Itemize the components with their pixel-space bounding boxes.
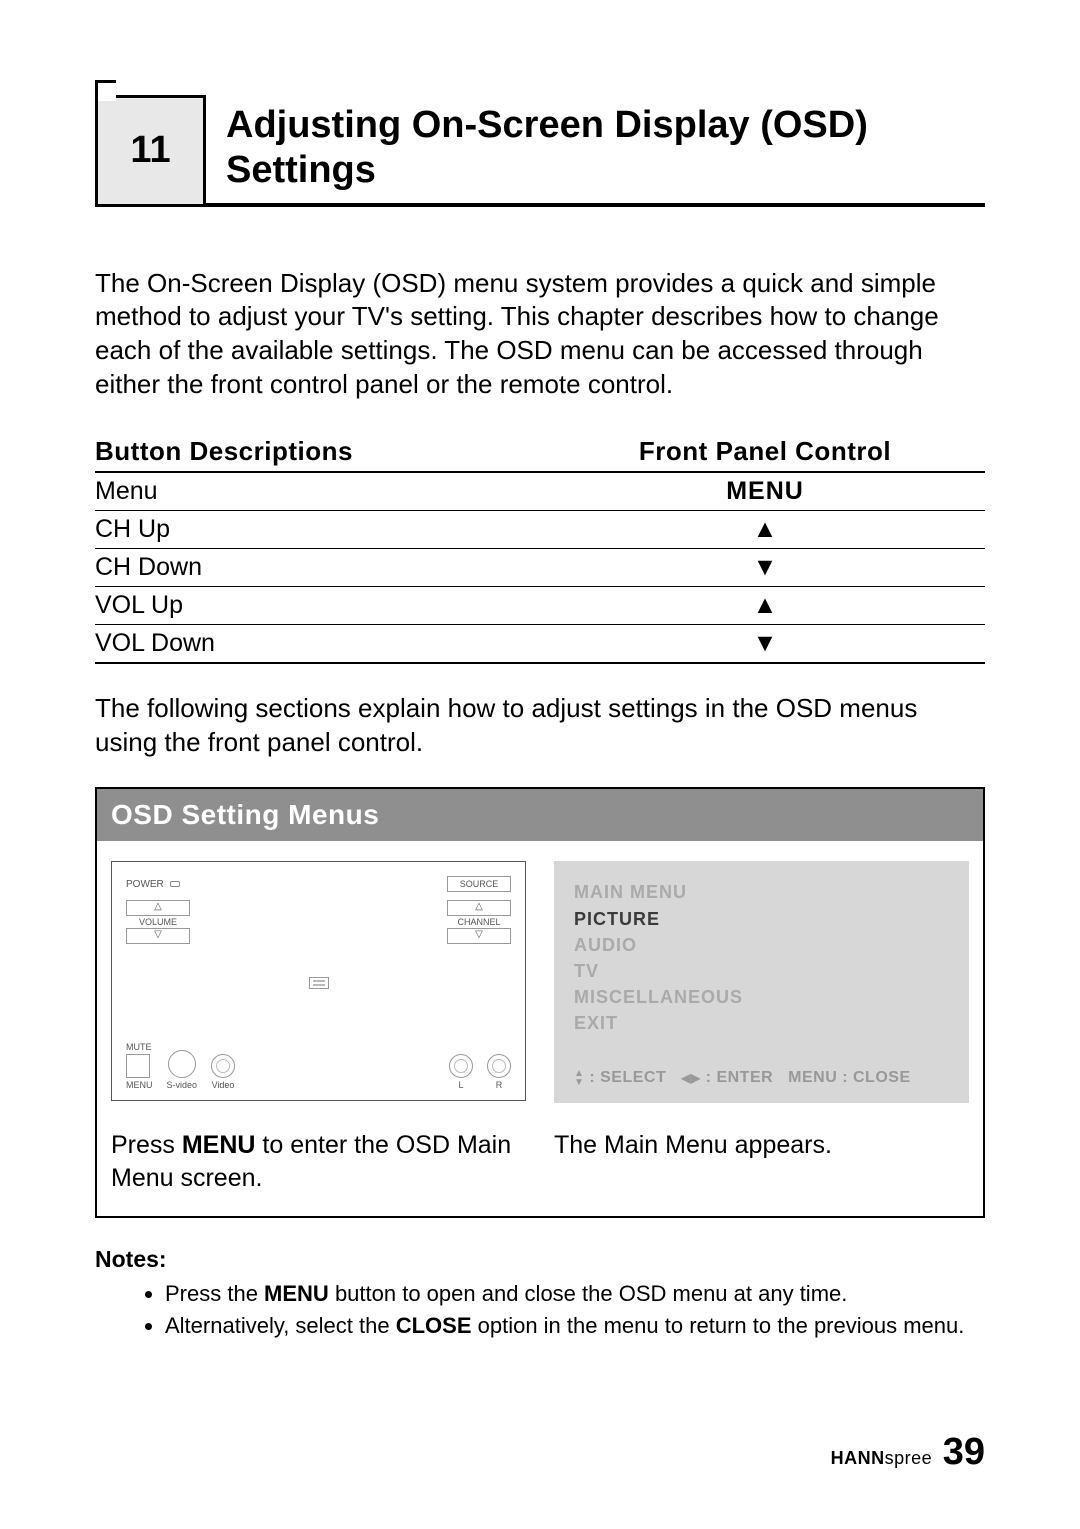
- volume-rocker: △ VOLUME ▽: [126, 900, 190, 944]
- up-triangle-icon: △: [447, 900, 511, 916]
- channel-rocker: △ CHANNEL ▽: [447, 900, 511, 944]
- table-row: VOL Up ▲: [95, 586, 985, 624]
- table-header-right: Front Panel Control: [545, 432, 985, 472]
- down-arrow-icon: ▼: [545, 548, 985, 586]
- table-row: CH Up ▲: [95, 510, 985, 548]
- button-desc: Menu: [95, 472, 545, 511]
- notes-title: Notes:: [95, 1246, 985, 1273]
- osd-menu-item-selected: PICTURE: [574, 906, 949, 932]
- osd-menu-item: TV: [574, 958, 949, 984]
- table-row: Menu MENU: [95, 472, 985, 511]
- osd-menu-title: MAIN MENU: [574, 879, 949, 905]
- power-led-icon: [170, 881, 180, 887]
- osd-menu-item: EXIT: [574, 1010, 949, 1036]
- card-slot-icon: [309, 977, 329, 989]
- mute-button-icon: [126, 1054, 150, 1078]
- osd-menu-item: AUDIO: [574, 932, 949, 958]
- table-row: CH Down ▼: [95, 548, 985, 586]
- rca-jack-icon: [211, 1054, 235, 1078]
- menu-port-label: MENU: [126, 1080, 153, 1090]
- up-triangle-icon: △: [126, 900, 190, 916]
- source-button-label: SOURCE: [447, 876, 511, 892]
- volume-label: VOLUME: [126, 917, 190, 927]
- svideo-jack-icon: [168, 1050, 196, 1078]
- notes-section: Notes: Press the MENU button to open and…: [95, 1246, 985, 1340]
- front-panel-control: MENU: [545, 472, 985, 511]
- osd-header-left: OSD Setting Menus: [97, 789, 540, 841]
- video-port: Video: [211, 1054, 235, 1090]
- osd-menu-item: MISCELLANEOUS: [574, 984, 949, 1010]
- audio-l-port: L: [449, 1054, 473, 1090]
- chapter-title: Adjusting On-Screen Display (OSD) Settin…: [226, 95, 985, 203]
- channel-label: CHANNEL: [447, 917, 511, 927]
- chapter-header: 11 Adjusting On-Screen Display (OSD) Set…: [95, 95, 985, 207]
- table-row: VOL Down ▼: [95, 624, 985, 663]
- rca-jack-icon: [487, 1054, 511, 1078]
- intro-paragraph: The On-Screen Display (OSD) menu system …: [95, 267, 985, 402]
- down-arrow-icon: ▼: [545, 624, 985, 663]
- brand-bold: HANN: [831, 1448, 885, 1468]
- table-header-left: Button Descriptions: [95, 432, 545, 472]
- leftright-arrows-icon: ◀▶: [681, 1071, 700, 1085]
- following-paragraph: The following sections explain how to ad…: [95, 692, 985, 760]
- page-number: 39: [943, 1431, 985, 1473]
- up-arrow-icon: ▲: [545, 510, 985, 548]
- button-desc: VOL Down: [95, 624, 545, 663]
- updown-arrows-icon: ▲▼: [574, 1069, 584, 1087]
- brand-light: spree: [885, 1448, 933, 1468]
- osd-setting-box: OSD Setting Menus POWER SOURCE △: [95, 787, 985, 1218]
- chapter-number: 11: [95, 95, 206, 207]
- mute-port: MUTE MENU: [126, 1042, 153, 1090]
- osd-header-right: [540, 789, 983, 841]
- audio-r-port: R: [487, 1054, 511, 1090]
- osd-main-menu-screen: MAIN MENU PICTURE AUDIO TV MISCELLANEOUS…: [540, 841, 983, 1123]
- up-arrow-icon: ▲: [545, 586, 985, 624]
- svideo-port: S-video: [167, 1050, 198, 1090]
- button-desc: CH Down: [95, 548, 545, 586]
- button-descriptions-table: Button Descriptions Front Panel Control …: [95, 432, 985, 664]
- down-triangle-icon: ▽: [447, 928, 511, 944]
- page-footer: HANNspree 39: [95, 1431, 985, 1474]
- caption-right: The Main Menu appears.: [540, 1123, 983, 1216]
- power-label: POWER: [126, 879, 164, 890]
- caption-left: Press MENU to enter the OSD Main Menu sc…: [97, 1123, 540, 1216]
- note-item: Alternatively, select the CLOSE option i…: [165, 1311, 985, 1341]
- down-triangle-icon: ▽: [126, 928, 190, 944]
- rca-jack-icon: [449, 1054, 473, 1078]
- osd-hints: ▲▼ : SELECT ◀▶ : ENTER MENU : CLOSE: [574, 1066, 949, 1089]
- button-desc: VOL Up: [95, 586, 545, 624]
- button-desc: CH Up: [95, 510, 545, 548]
- front-panel-diagram: POWER SOURCE △ VOLUME ▽ △ CHA: [97, 841, 540, 1123]
- note-item: Press the MENU button to open and close …: [165, 1279, 985, 1309]
